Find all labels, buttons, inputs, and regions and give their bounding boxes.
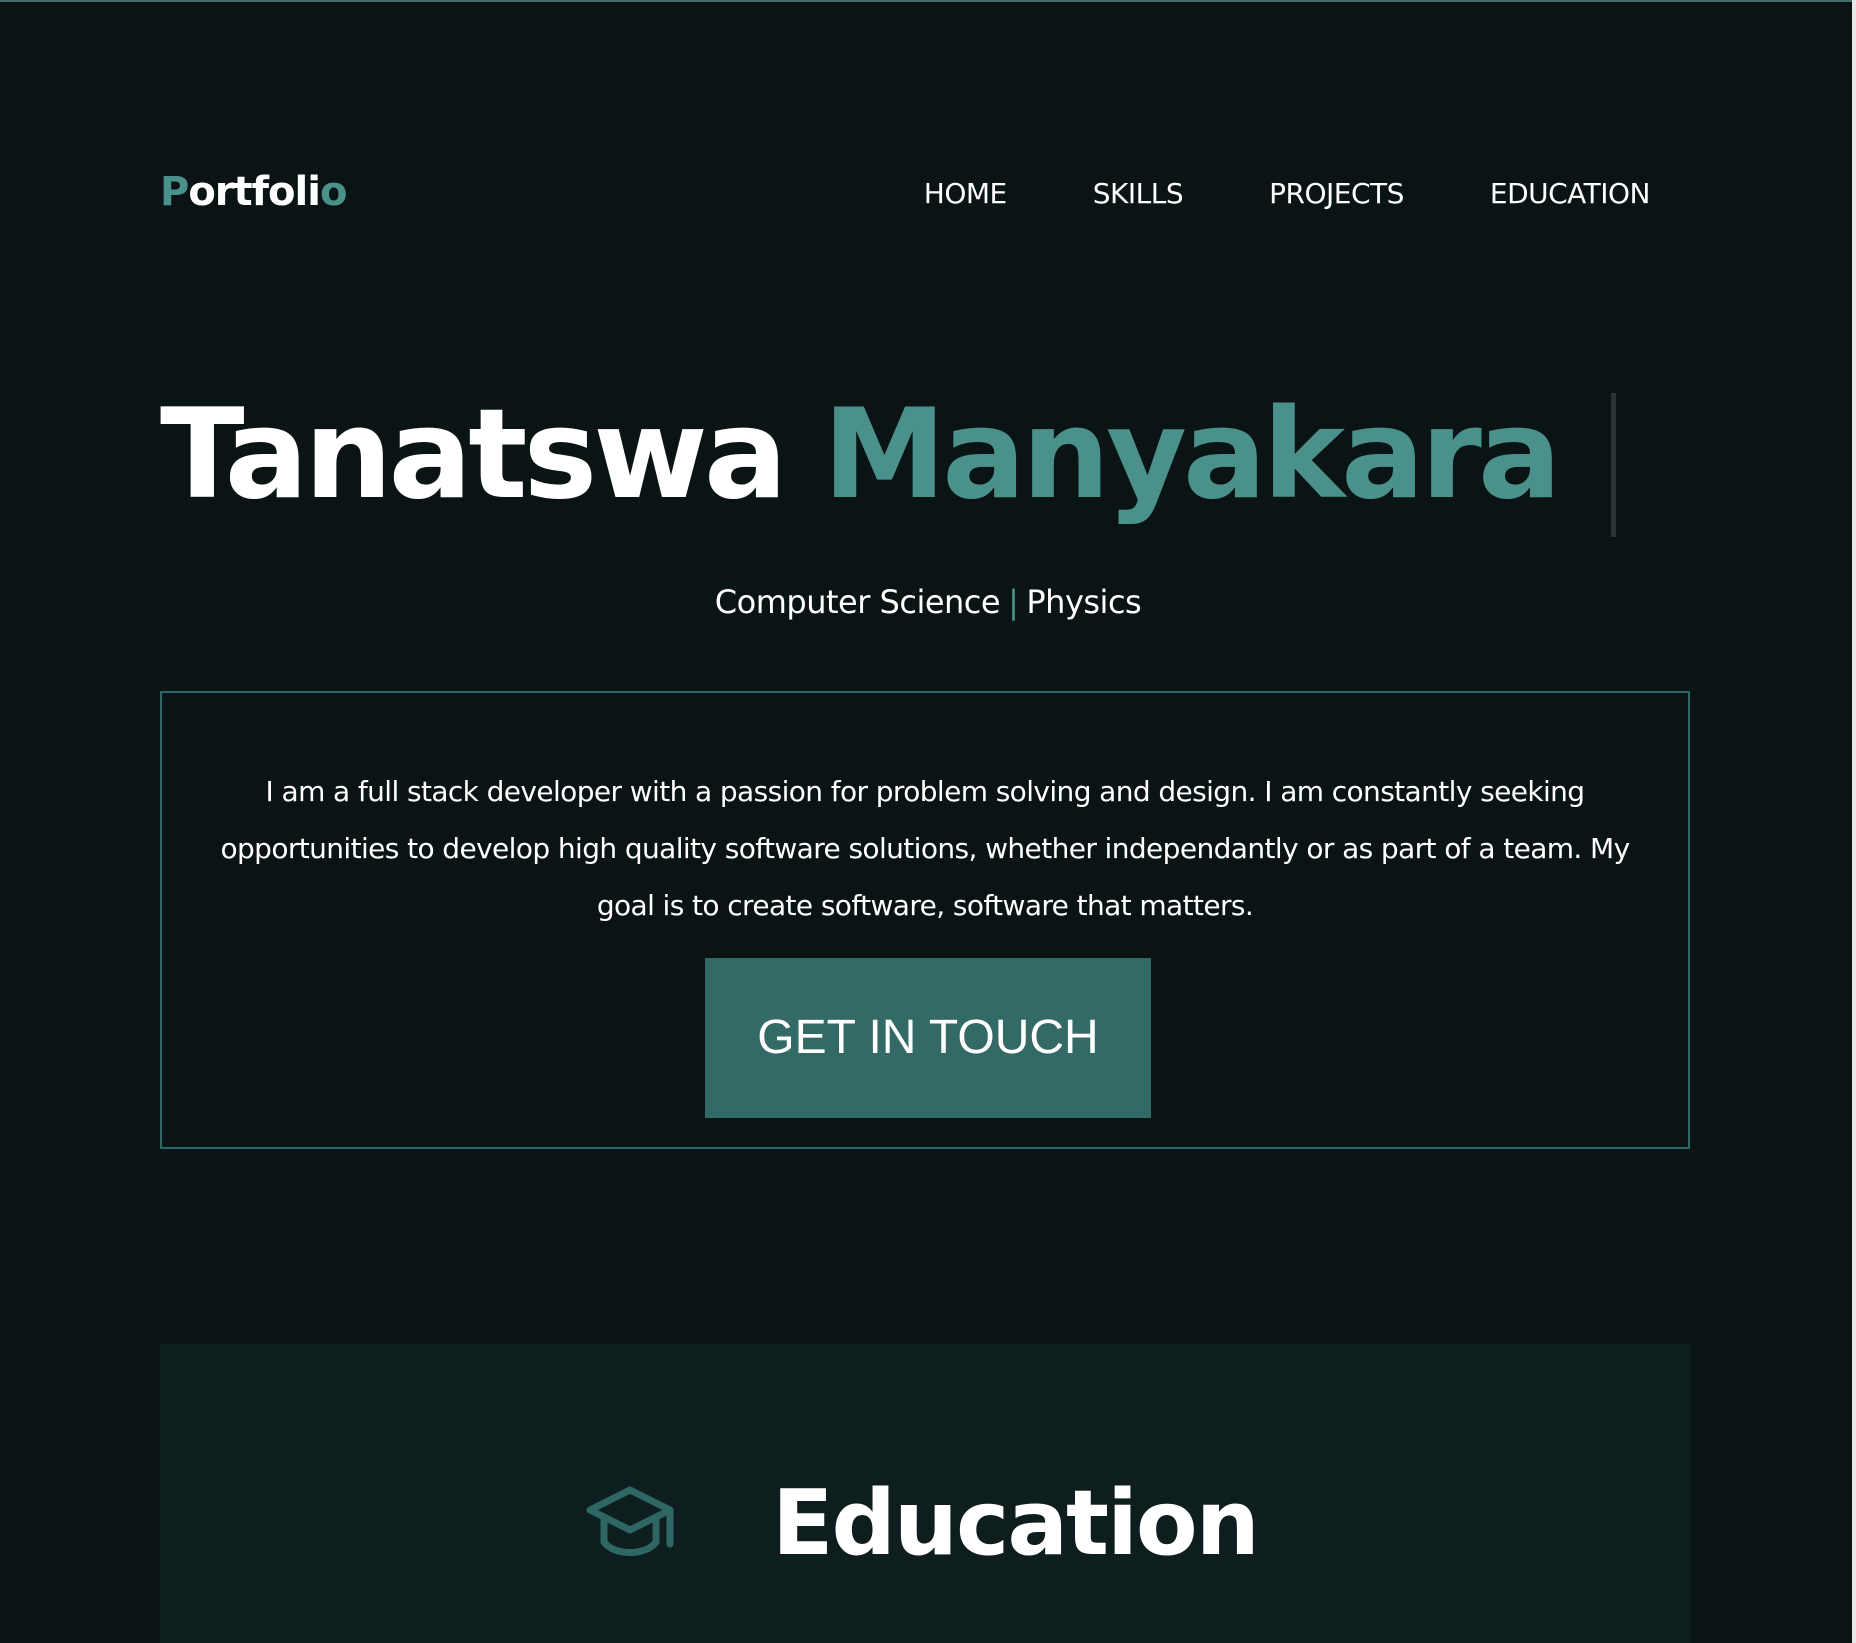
hero-name: Tanatswa Manyakara (160, 380, 1562, 530)
page-right-edge (1852, 0, 1856, 1643)
logo-first-letter: P (160, 169, 189, 215)
nav-education[interactable]: EDUCATION (1490, 176, 1651, 212)
hero-first-name: Tanatswa (160, 383, 788, 527)
nav-projects[interactable]: PROJECTS (1269, 176, 1404, 212)
main-nav: HOME SKILLS PROJECTS EDUCATION (924, 176, 1651, 212)
graduation-cap-icon (586, 1486, 674, 1556)
typing-caret (1611, 393, 1616, 537)
nav-skills[interactable]: SKILLS (1093, 176, 1184, 212)
logo[interactable]: Portfolio (160, 166, 348, 218)
site-header: Portfolio HOME SKILLS PROJECTS EDUCATION (160, 166, 1651, 226)
hero-subtitle: Computer Science | Physics (0, 580, 1856, 624)
subtitle-separator: | (1008, 583, 1019, 621)
education-section: Education (160, 1344, 1690, 1643)
about-box: I am a full stack developer with a passi… (160, 691, 1690, 1149)
logo-middle: ortfoli (188, 169, 321, 215)
education-title: Education (772, 1471, 1260, 1576)
about-text: I am a full stack developer with a passi… (220, 775, 1630, 922)
logo-last-letter: o (319, 169, 348, 215)
subtitle-physics: Physics (1026, 583, 1142, 621)
nav-home[interactable]: HOME (924, 176, 1007, 212)
get-in-touch-button[interactable]: GET IN TOUCH (705, 958, 1151, 1118)
subtitle-computer-science: Computer Science (714, 583, 1001, 621)
hero-last-name: Manyakara (822, 383, 1562, 527)
page-top-edge (0, 0, 1856, 2)
